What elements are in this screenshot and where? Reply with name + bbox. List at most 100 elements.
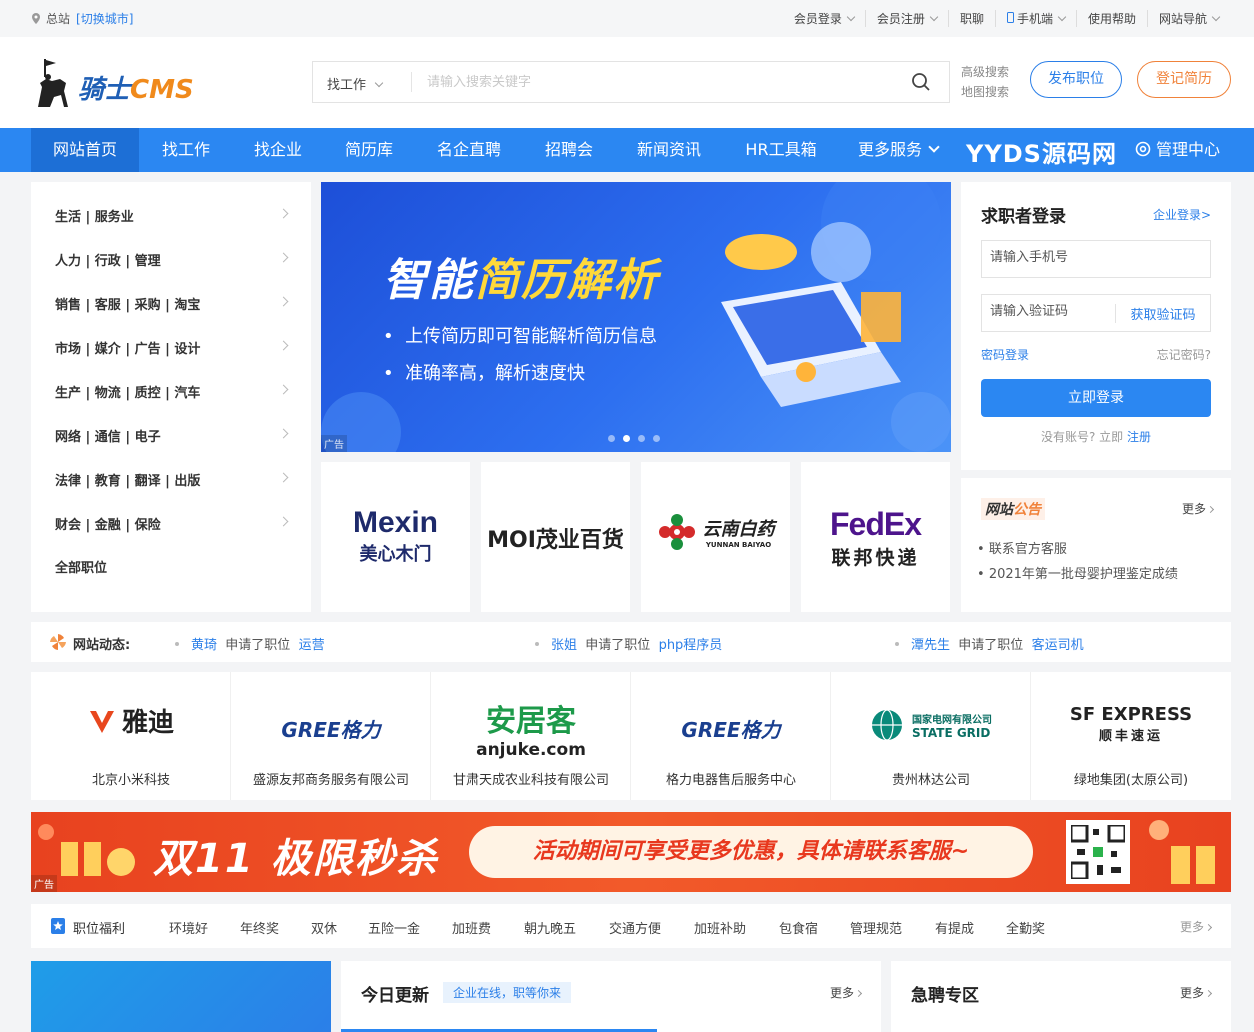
company-card[interactable]: SF EXPRESS 顺丰速运 绿地集团(太原公司) xyxy=(1031,672,1231,800)
phone-input[interactable] xyxy=(990,250,1130,265)
applied-job[interactable]: 客运司机 xyxy=(1032,638,1084,653)
category-item[interactable]: 市场 | 媒介 | 广告 | 设计 xyxy=(55,338,289,382)
applicant-name[interactable]: 黄琦 xyxy=(191,638,217,653)
welfare-tag[interactable]: 年终奖 xyxy=(240,918,279,937)
chevron-right-icon xyxy=(278,208,289,219)
post-job-button[interactable]: 发布职位 xyxy=(1030,61,1122,98)
member-register-link[interactable]: 会员注册 xyxy=(864,10,948,27)
company-card[interactable]: 安居客 anjuke.com 甘肃天成农业科技有限公司 xyxy=(431,672,631,800)
carousel-dot[interactable] xyxy=(608,435,615,442)
code-input[interactable] xyxy=(990,304,1130,319)
brand-tile-yunnan-baiyao[interactable]: 云南白药 YUNNAN BAIYAO xyxy=(641,462,790,612)
enterprise-login-link[interactable]: 企业登录> xyxy=(1153,206,1211,223)
search-icon[interactable] xyxy=(911,72,931,92)
welfare-tag[interactable]: 朝九晚五 xyxy=(524,918,576,937)
applied-job[interactable]: 运营 xyxy=(299,638,325,653)
dynamics-item: 张姐 申请了职位 php程序员 xyxy=(535,634,722,653)
search-input[interactable] xyxy=(427,70,887,94)
welfare-tag[interactable]: 加班费 xyxy=(452,918,491,937)
company-card[interactable]: 国家电网有限公司 STATE GRID 贵州林达公司 xyxy=(831,672,1031,800)
category-item[interactable]: 生活 | 服务业 xyxy=(55,206,289,250)
site-logo[interactable]: 骑士CMS xyxy=(30,57,194,113)
password-login-link[interactable]: 密码登录 xyxy=(981,346,1029,363)
nav-home[interactable]: 网站首页 xyxy=(31,128,139,172)
notice-more-link[interactable]: 更多 xyxy=(1182,500,1215,517)
applicant-name[interactable]: 张姐 xyxy=(551,638,577,653)
category-item[interactable]: 财会 | 金融 | 保险 xyxy=(55,514,289,558)
all-jobs-link[interactable]: 全部职位 xyxy=(55,557,287,601)
register-link[interactable]: 注册 xyxy=(1127,430,1151,444)
nav-news[interactable]: 新闻资讯 xyxy=(624,128,714,172)
company-card[interactable]: GREE格力 盛源友邦商务服务有限公司 xyxy=(231,672,431,800)
nav-find-job[interactable]: 找工作 xyxy=(148,128,224,172)
side-ad-banner[interactable] xyxy=(31,961,331,1032)
member-login-link[interactable]: 会员登录 xyxy=(783,10,865,27)
carousel-dot-active[interactable] xyxy=(623,435,630,442)
login-button[interactable]: 立即登录 xyxy=(981,379,1211,417)
register-resume-button[interactable]: 登记简历 xyxy=(1137,61,1231,98)
nav-hr-tools[interactable]: HR工具箱 xyxy=(730,128,832,172)
notice-title: 网站公告 xyxy=(981,498,1045,520)
search-type-select[interactable]: 找工作 xyxy=(327,74,384,93)
map-search-link[interactable]: 地图搜索 xyxy=(961,82,1009,102)
welfare-tag[interactable]: 包食宿 xyxy=(779,918,818,937)
welfare-tag[interactable]: 加班补助 xyxy=(694,918,746,937)
notice-item[interactable]: • 2021年第一批母婴护理鉴定成绩 xyxy=(977,563,1178,582)
nav-resume-library[interactable]: 简历库 xyxy=(331,128,407,172)
brand-tile-fedex[interactable]: FedEx 联邦快递 xyxy=(801,462,950,612)
code-field[interactable]: 获取验证码 xyxy=(981,294,1211,332)
mobile-link[interactable]: 手机端 xyxy=(994,10,1076,27)
get-code-button[interactable]: 获取验证码 xyxy=(1115,304,1210,323)
category-item[interactable]: 网络 | 通信 | 电子 xyxy=(55,426,289,470)
welfare-tag[interactable]: 全勤奖 xyxy=(1006,918,1045,937)
category-item[interactable]: 人力 | 行政 | 管理 xyxy=(55,250,289,294)
company-logo: GREE格力 xyxy=(281,718,381,742)
chevron-down-icon xyxy=(1211,12,1221,22)
carousel-dot[interactable] xyxy=(653,435,660,442)
admin-center-link[interactable]: 管理中心 xyxy=(1134,128,1220,172)
welfare-tag[interactable]: 五险一金 xyxy=(368,918,420,937)
site-dynamics-strip: 网站动态: 黄琦 申请了职位 运营 张姐 申请了职位 php程序员 潭先生 申请… xyxy=(31,622,1231,662)
welfare-tag[interactable]: 管理规范 xyxy=(850,918,902,937)
divider xyxy=(411,72,412,92)
chat-link[interactable]: 职聊 xyxy=(947,10,995,27)
welfare-more-link[interactable]: 更多 xyxy=(1180,918,1213,935)
advanced-search-link[interactable]: 高级搜索 xyxy=(961,62,1009,82)
nav-job-fair[interactable]: 招聘会 xyxy=(530,128,608,172)
phone-field[interactable] xyxy=(981,240,1211,278)
category-item[interactable]: 生产 | 物流 | 质控 | 汽车 xyxy=(55,382,289,426)
notice-item[interactable]: • 联系官方客服 xyxy=(977,538,1067,557)
forgot-password-link[interactable]: 忘记密码? xyxy=(1157,346,1211,363)
category-item[interactable]: 销售 | 客服 | 采购 | 淘宝 xyxy=(55,294,289,338)
brand-tile-mexin[interactable]: Mexin 美心木门 xyxy=(321,462,470,612)
promo-banner[interactable]: 双11 极限秒杀 活动期间可享受更多优惠，具体请联系客服~ 广告 xyxy=(31,812,1231,892)
welfare-tag[interactable]: 有提成 xyxy=(935,918,974,937)
urgent-more-link[interactable]: 更多 xyxy=(1180,984,1213,1001)
category-item[interactable]: 法律 | 教育 | 翻译 | 出版 xyxy=(55,470,289,514)
location: 总站 [切换城市] xyxy=(32,10,133,27)
company-logo: 雅迪 xyxy=(31,702,231,739)
today-tagline: 企业在线，职等你来 xyxy=(443,982,572,1003)
help-link[interactable]: 使用帮助 xyxy=(1075,10,1147,27)
company-card[interactable]: GREE格力 格力电器售后服务中心 xyxy=(631,672,831,800)
chevron-right-icon xyxy=(1204,989,1213,998)
applied-job[interactable]: php程序员 xyxy=(659,638,723,653)
nav-famous-companies[interactable]: 名企直聘 xyxy=(424,128,514,172)
brand-tile-moi[interactable]: MOI茂业百货 xyxy=(481,462,630,612)
today-more-link[interactable]: 更多 xyxy=(830,984,863,1001)
carousel-dot[interactable] xyxy=(638,435,645,442)
brand-text: 骑士CMS xyxy=(78,75,194,105)
welfare-tag[interactable]: 双休 xyxy=(311,918,337,937)
applicant-name[interactable]: 潭先生 xyxy=(911,638,950,653)
nav-find-company[interactable]: 找企业 xyxy=(240,128,316,172)
company-card[interactable]: 雅迪 北京小米科技 xyxy=(31,672,231,800)
site-nav-link[interactable]: 网站导航 xyxy=(1146,10,1230,27)
chevron-right-icon xyxy=(854,989,863,998)
switch-city-link[interactable]: [切换城市] xyxy=(76,10,133,27)
hero-banner[interactable]: 智能简历解析 • 上传简历即可智能解析简历信息 • 准确率高，解析速度快 广告 xyxy=(321,182,951,452)
nav-more-services[interactable]: 更多服务 xyxy=(846,128,950,172)
brand-logo: MOI茂业百货 xyxy=(487,528,624,553)
chevron-right-icon xyxy=(278,296,289,307)
welfare-tag[interactable]: 环境好 xyxy=(169,918,208,937)
welfare-tag[interactable]: 交通方便 xyxy=(609,918,661,937)
